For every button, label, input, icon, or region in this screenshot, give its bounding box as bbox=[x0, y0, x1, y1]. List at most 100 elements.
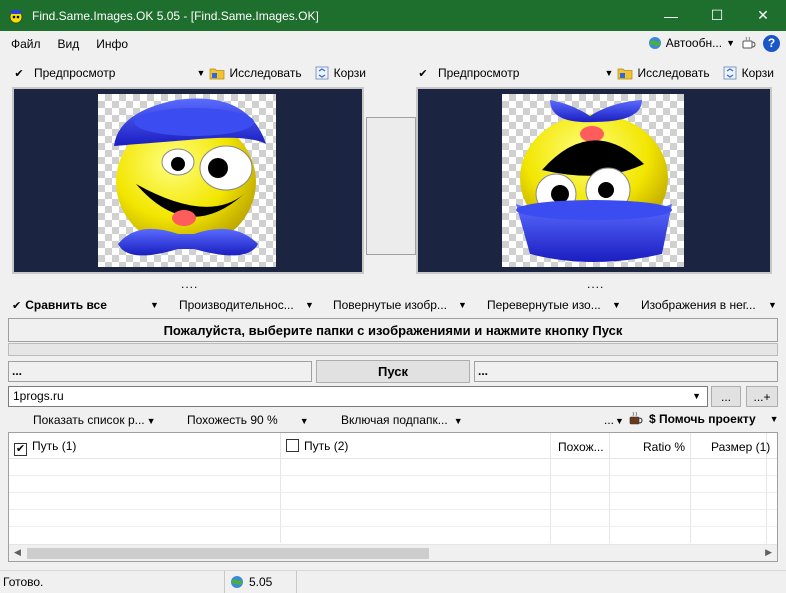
left-preview-pane[interactable] bbox=[12, 87, 364, 274]
header-similarity[interactable]: Похож... bbox=[558, 440, 604, 454]
negative-images-label: Изображения в нег... bbox=[641, 298, 756, 312]
left-preview-dots: .... bbox=[181, 277, 199, 291]
left-trash-button[interactable]: Корзи bbox=[334, 66, 366, 80]
header-path1-label: Путь (1) bbox=[32, 439, 77, 453]
auto-update-dropdown-icon[interactable]: ▼ bbox=[726, 38, 735, 48]
table-row bbox=[9, 526, 777, 527]
left-explore-button[interactable]: Исследовать bbox=[229, 66, 301, 80]
left-recycle-bin-icon bbox=[315, 66, 328, 80]
right-preview-pane[interactable] bbox=[416, 87, 772, 274]
subfolders-label: Включая подпапк... bbox=[341, 413, 448, 427]
left-path-field[interactable]: ... bbox=[8, 361, 312, 382]
smiley-image-left bbox=[114, 98, 266, 256]
compare-all-dropdown-icon: ▼ bbox=[150, 300, 159, 310]
path1-checkbox[interactable]: ✔ bbox=[14, 443, 27, 456]
similarity-label: Похожесть 90 % bbox=[187, 413, 278, 427]
more-options-dropdown-icon: ▼ bbox=[615, 416, 624, 426]
table-row bbox=[9, 509, 777, 510]
start-button[interactable]: Пуск bbox=[316, 360, 470, 383]
rotated-images-option[interactable]: Повернутые изобр... ▼ bbox=[333, 295, 468, 315]
menu-right-group: Автообн... ▼ ? bbox=[648, 33, 780, 53]
right-path-field[interactable]: ... bbox=[474, 361, 778, 382]
minimize-icon: — bbox=[664, 7, 678, 24]
auto-update-menu[interactable]: Автообн... bbox=[666, 36, 722, 50]
right-recycle-bin-icon bbox=[723, 66, 736, 80]
add-folder-button[interactable]: ...+ bbox=[746, 386, 778, 407]
similarity-option[interactable]: Похожесть 90 % ▼ bbox=[187, 413, 309, 427]
table-row bbox=[9, 475, 777, 476]
right-trash-button[interactable]: Корзи bbox=[742, 66, 774, 80]
left-preview-check-icon[interactable]: ✔ bbox=[12, 67, 26, 80]
show-list-label: Показать список р... bbox=[33, 413, 145, 427]
donate-coffee-icon bbox=[629, 411, 643, 425]
performance-option[interactable]: Производительнос... ▼ bbox=[179, 295, 314, 315]
right-folder-icon bbox=[618, 68, 633, 80]
path1-check-icon: ✔ bbox=[15, 443, 26, 455]
left-preview-dropdown-icon[interactable]: ▼ bbox=[197, 68, 206, 78]
negative-images-option[interactable]: Изображения в нег... ▼ bbox=[641, 295, 779, 315]
menu-bar: Файл Вид Инфо Автообн... ▼ ? bbox=[0, 31, 786, 56]
menu-view[interactable]: Вид bbox=[52, 37, 86, 51]
subfolders-option[interactable]: Включая подпапк... ▼ bbox=[341, 413, 463, 427]
left-preview-image bbox=[98, 94, 276, 267]
more-options[interactable]: ...▼ bbox=[604, 413, 624, 427]
right-explore-button[interactable]: Исследовать bbox=[637, 66, 709, 80]
status-version-label: 5.05 bbox=[249, 575, 273, 589]
header-path2[interactable]: Путь (2) bbox=[286, 439, 348, 453]
menu-file[interactable]: Файл bbox=[5, 37, 47, 51]
smiley-image-right bbox=[516, 100, 672, 262]
progress-bar bbox=[8, 343, 778, 356]
performance-label: Производительнос... bbox=[179, 298, 294, 312]
status-state: Готово. bbox=[0, 571, 225, 593]
header-path1[interactable]: ✔ Путь (1) bbox=[14, 439, 76, 456]
horizontal-scrollbar[interactable]: ◀ ▶ bbox=[9, 544, 777, 561]
left-preview-toolbar: ✔ Предпросмотр ▼ Исследовать Корзи bbox=[12, 62, 366, 84]
similarity-dropdown-icon: ▼ bbox=[299, 416, 309, 426]
status-bar: Готово. 5.05 bbox=[0, 570, 786, 593]
donate-option[interactable]: $ Помочь проекту ▼ bbox=[628, 411, 779, 426]
folder-combo-dropdown-icon[interactable]: ▼ bbox=[692, 387, 701, 406]
path2-checkbox[interactable] bbox=[286, 439, 299, 452]
scrollbar-thumb[interactable] bbox=[27, 548, 429, 559]
panel-splitter[interactable] bbox=[366, 117, 416, 255]
compare-all-label: Сравнить все bbox=[25, 298, 107, 312]
results-options-bar: Показать список р... ▼ Похожесть 90 % ▼ Вк… bbox=[0, 410, 786, 430]
header-size1[interactable]: Размер (1) bbox=[711, 440, 770, 454]
right-preview-check-icon[interactable]: ✔ bbox=[416, 67, 430, 80]
compare-all-check-icon: ✔ bbox=[12, 299, 22, 312]
scroll-right-icon[interactable]: ▶ bbox=[765, 547, 772, 558]
window-title: Find.Same.Images.OK 5.05 - [Find.Same.Im… bbox=[32, 8, 319, 23]
show-list-option[interactable]: Показать список р... ▼ bbox=[33, 413, 156, 427]
table-row bbox=[9, 492, 777, 493]
coffee-cup-icon[interactable] bbox=[741, 36, 757, 50]
right-preview-dropdown-icon[interactable]: ▼ bbox=[605, 68, 614, 78]
negative-images-dropdown-icon: ▼ bbox=[768, 300, 777, 310]
browse-folder-button[interactable]: ... bbox=[711, 386, 741, 407]
left-folder-icon bbox=[210, 68, 225, 80]
rotated-images-label: Повернутые изобр... bbox=[333, 298, 447, 312]
app-logo-icon bbox=[9, 9, 23, 23]
maximize-button[interactable]: ☐ bbox=[694, 0, 740, 31]
status-version: 5.05 bbox=[225, 571, 297, 593]
status-message: Пожалуйста, выберите папки с изображения… bbox=[8, 318, 778, 342]
compare-all-option[interactable]: ✔ Сравнить все ▼ bbox=[12, 295, 160, 315]
header-ratio[interactable]: Ratio % bbox=[643, 440, 685, 454]
scroll-left-icon[interactable]: ◀ bbox=[14, 547, 21, 558]
close-button[interactable]: ✕ bbox=[740, 0, 786, 31]
help-icon: ? bbox=[767, 36, 776, 50]
donate-dropdown-icon: ▼ bbox=[769, 413, 779, 424]
donate-label: $ Помочь проекту bbox=[649, 411, 756, 426]
flipped-images-option[interactable]: Перевернутые изо... ▼ bbox=[487, 295, 622, 315]
results-table[interactable]: ✔ Путь (1) Путь (2) Похож... Ratio % Разм… bbox=[8, 432, 778, 562]
close-icon: ✕ bbox=[757, 7, 769, 23]
maximize-icon: ☐ bbox=[710, 7, 724, 23]
right-preview-label[interactable]: Предпросмотр bbox=[438, 66, 519, 80]
folder-combo[interactable]: 1progs.ru ▼ bbox=[8, 386, 708, 407]
minimize-button[interactable]: — bbox=[648, 0, 694, 31]
menu-info[interactable]: Инфо bbox=[90, 37, 134, 51]
left-preview-label[interactable]: Предпросмотр bbox=[34, 66, 115, 80]
right-preview-dots: .... bbox=[587, 277, 605, 291]
help-button[interactable]: ? bbox=[763, 34, 780, 52]
version-globe-icon bbox=[231, 576, 243, 588]
right-preview-toolbar: ✔ Предпросмотр ▼ Исследовать Корзи bbox=[416, 62, 774, 84]
